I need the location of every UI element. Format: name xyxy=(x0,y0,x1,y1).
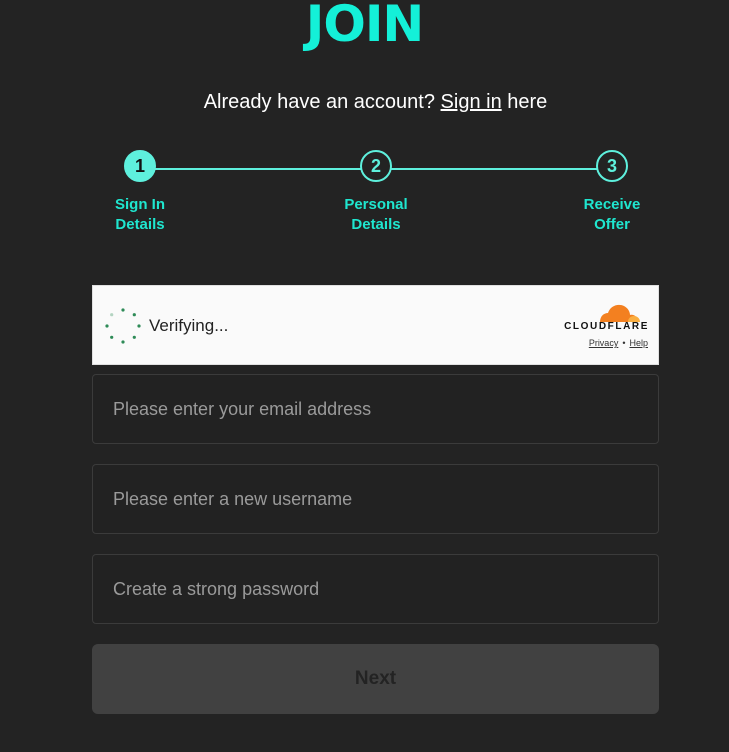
step-receive-offer: 3 Receive Offer xyxy=(552,150,672,235)
signin-prompt-text: Already have an account? xyxy=(203,91,435,113)
step-number-1: 1 xyxy=(124,150,156,182)
step-label-2-line2: Details xyxy=(351,216,401,233)
step-label-3: Receive Offer xyxy=(552,195,672,235)
step-sign-in-details: 1 Sign In Details xyxy=(80,150,200,235)
step-label-1: Sign In Details xyxy=(80,195,200,235)
captcha-status: Verifying... xyxy=(149,316,229,335)
password-field[interactable] xyxy=(92,554,659,624)
step-label-2: Personal Details xyxy=(316,195,436,235)
step-label-2-line1: Personal xyxy=(344,196,408,213)
loading-spinner-icon xyxy=(105,308,141,344)
page-title: JOIN xyxy=(305,0,425,53)
signin-prompt-suffix: here xyxy=(507,91,548,113)
username-field[interactable] xyxy=(92,464,659,534)
step-label-1-line2: Details xyxy=(115,216,165,233)
step-label-1-line1: Sign In xyxy=(115,196,165,213)
signin-link[interactable]: Sign in xyxy=(441,91,502,113)
email-field[interactable] xyxy=(92,374,659,444)
next-button[interactable]: Next xyxy=(92,644,659,714)
link-separator: • xyxy=(622,338,626,348)
help-link[interactable]: Help xyxy=(629,338,648,348)
step-number-3: 3 xyxy=(596,150,628,182)
captcha-links: Privacy • Help xyxy=(589,338,648,348)
cloudflare-wordmark: CLOUDFLARE xyxy=(564,321,649,332)
join-page: JOIN Already have an account? Sign in he… xyxy=(0,0,729,752)
step-number-2: 2 xyxy=(360,150,392,182)
cloudflare-captcha-widget[interactable]: Verifying... CLOUDFLARE Privacy • Help xyxy=(92,285,659,365)
privacy-link[interactable]: Privacy xyxy=(589,338,619,348)
step-label-3-line1: Receive xyxy=(583,196,641,213)
step-label-3-line2: Offer xyxy=(594,216,630,233)
step-personal-details: 2 Personal Details xyxy=(316,150,436,235)
signin-prompt: Already have an account? Sign in here xyxy=(0,91,729,114)
